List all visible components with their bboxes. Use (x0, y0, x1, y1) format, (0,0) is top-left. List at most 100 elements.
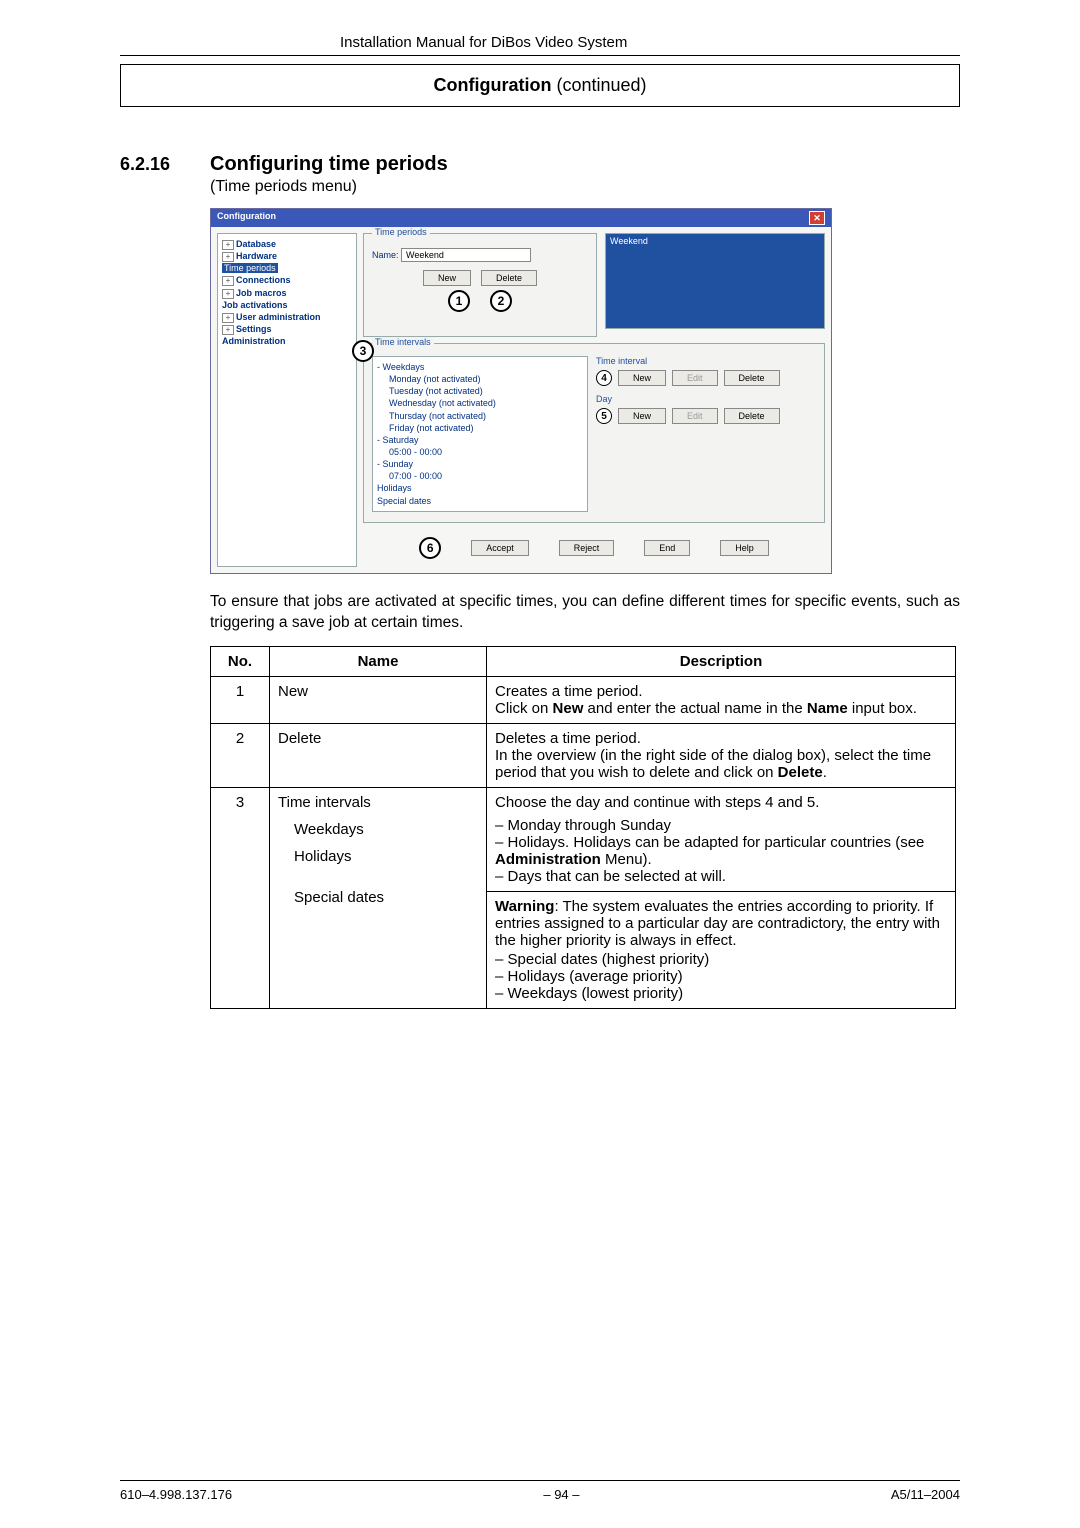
name-label: Name: (372, 250, 399, 260)
tree-item[interactable]: Special dates (377, 495, 583, 507)
day-new-button[interactable]: New (618, 408, 666, 424)
group-label: Time interval (596, 356, 816, 366)
interval-edit-button[interactable]: Edit (672, 370, 718, 386)
tree-label: Job macros (236, 288, 287, 298)
tree-item[interactable]: +Job macros (222, 287, 352, 299)
sub-desc: Monday through Sunday (495, 817, 947, 834)
callout-2: 2 (490, 290, 512, 312)
cell-name: Delete (270, 723, 487, 787)
tree-item[interactable]: Tuesday (not activated) (377, 385, 583, 397)
tree-item[interactable]: - Weekdays (377, 361, 583, 373)
legend: Time intervals (372, 337, 434, 347)
dialog-buttons: 6 Accept Reject End Help (363, 529, 825, 567)
sub-desc: Holidays. Holidays can be adapted for pa… (495, 834, 947, 868)
group-label: Day (596, 394, 816, 404)
expand-icon[interactable]: + (222, 240, 234, 250)
table-row: 2 Delete Deletes a time period. In the o… (211, 723, 956, 787)
new-button[interactable]: New (423, 270, 471, 286)
reject-button[interactable]: Reject (559, 540, 615, 556)
sub-desc: Days that can be selected at will. (495, 868, 947, 885)
day-delete-button[interactable]: Delete (724, 408, 780, 424)
close-icon[interactable]: ✕ (809, 211, 825, 225)
callout-5: 5 (596, 408, 612, 424)
time-intervals-fieldset: Time intervals 3 - Weekdays Monday (not … (363, 343, 825, 523)
tree-item[interactable]: - Saturday (377, 434, 583, 446)
sub-name: Holidays (278, 848, 478, 865)
time-periods-fieldset: Time periods Name: Weekend New Delete 1 (363, 233, 597, 337)
help-button[interactable]: Help (720, 540, 769, 556)
nav-tree[interactable]: +Database +Hardware Time periods +Connec… (217, 233, 357, 567)
cell-name: New (270, 676, 487, 723)
window-title: Configuration (217, 211, 276, 225)
tree-item[interactable]: +Database (222, 238, 352, 250)
callout-4: 4 (596, 370, 612, 386)
cell-no: 1 (211, 676, 270, 723)
collapse-icon[interactable]: - (377, 362, 380, 372)
tree-item-selected[interactable]: Time periods (222, 262, 352, 274)
accept-button[interactable]: Accept (471, 540, 529, 556)
th-desc: Description (487, 646, 956, 676)
footer-center: – 94 – (543, 1487, 579, 1502)
cell-desc: Creates a time period. Click on New and … (487, 676, 956, 723)
expand-icon[interactable]: + (222, 289, 234, 299)
tree-label: Connections (236, 275, 291, 285)
tree-item[interactable]: Monday (not activated) (377, 373, 583, 385)
interval-new-button[interactable]: New (618, 370, 666, 386)
listbox-item[interactable]: Weekend (610, 236, 820, 246)
table-row: 3 Time intervals Weekdays Holidays Speci… (211, 787, 956, 1008)
cell-no: 2 (211, 723, 270, 787)
tree-item[interactable]: Administration (222, 335, 352, 347)
tree-label: Time periods (222, 263, 278, 273)
collapse-icon[interactable]: - (377, 435, 380, 445)
tree-label: Database (236, 239, 276, 249)
tree-item[interactable]: - Sunday (377, 458, 583, 470)
delete-button[interactable]: Delete (481, 270, 537, 286)
expand-icon[interactable]: + (222, 313, 234, 323)
end-button[interactable]: End (644, 540, 690, 556)
tree-item[interactable]: +Hardware (222, 250, 352, 262)
periods-listbox[interactable]: Weekend (605, 233, 825, 329)
th-name: Name (270, 646, 487, 676)
sub-name: Weekdays (278, 821, 478, 838)
expand-icon[interactable]: + (222, 252, 234, 262)
doc-header-title: Installation Manual for DiBos Video Syst… (120, 34, 960, 51)
description-table: No. Name Description 1 New Creates a tim… (210, 646, 956, 1009)
tree-item[interactable]: Job activations (222, 299, 352, 311)
tree-item[interactable]: +User administration (222, 311, 352, 323)
tree-item[interactable]: Wednesday (not activated) (377, 397, 583, 409)
section-box-bold: Configuration (433, 75, 551, 95)
page-footer: 610–4.998.137.176 – 94 – A5/11–2004 (120, 1480, 960, 1502)
tree-label: Settings (236, 324, 272, 334)
expand-icon[interactable]: + (222, 325, 234, 335)
tree-label: Administration (222, 336, 286, 346)
tree-item[interactable]: +Connections (222, 274, 352, 286)
sub-name: Special dates (278, 889, 478, 906)
section-subtitle: (Time periods menu) (210, 178, 960, 196)
name-input[interactable]: Weekend (401, 248, 531, 262)
warn-item: Weekdays (lowest priority) (495, 985, 947, 1002)
interval-tree[interactable]: - Weekdays Monday (not activated) Tuesda… (372, 356, 588, 512)
warn-item: Holidays (average priority) (495, 968, 947, 985)
tree-item[interactable]: Thursday (not activated) (377, 410, 583, 422)
cell-desc: Deletes a time period. In the overview (… (487, 723, 956, 787)
cell-no: 3 (211, 787, 270, 1008)
tree-item[interactable]: Friday (not activated) (377, 422, 583, 434)
cell-name: Time intervals Weekdays Holidays Special… (270, 787, 487, 1008)
section-box: Configuration (continued) (120, 64, 960, 107)
interval-delete-button[interactable]: Delete (724, 370, 780, 386)
footer-right: A5/11–2004 (891, 1487, 960, 1502)
section-box-rest: (continued) (551, 75, 646, 95)
window-titlebar: Configuration ✕ (211, 209, 831, 227)
expand-icon[interactable]: + (222, 276, 234, 286)
warning-label: Warning (495, 898, 554, 915)
collapse-icon[interactable]: - (377, 459, 380, 469)
section-title: Configuring time periods (210, 153, 448, 176)
day-edit-button[interactable]: Edit (672, 408, 718, 424)
table-row: 1 New Creates a time period. Click on Ne… (211, 676, 956, 723)
tree-item[interactable]: 05:00 - 00:00 (377, 446, 583, 458)
header-rule (120, 55, 960, 56)
tree-item[interactable]: 07:00 - 00:00 (377, 470, 583, 482)
tree-item[interactable]: +Settings (222, 323, 352, 335)
tree-item[interactable]: Holidays (377, 482, 583, 494)
callout-6: 6 (419, 537, 441, 559)
